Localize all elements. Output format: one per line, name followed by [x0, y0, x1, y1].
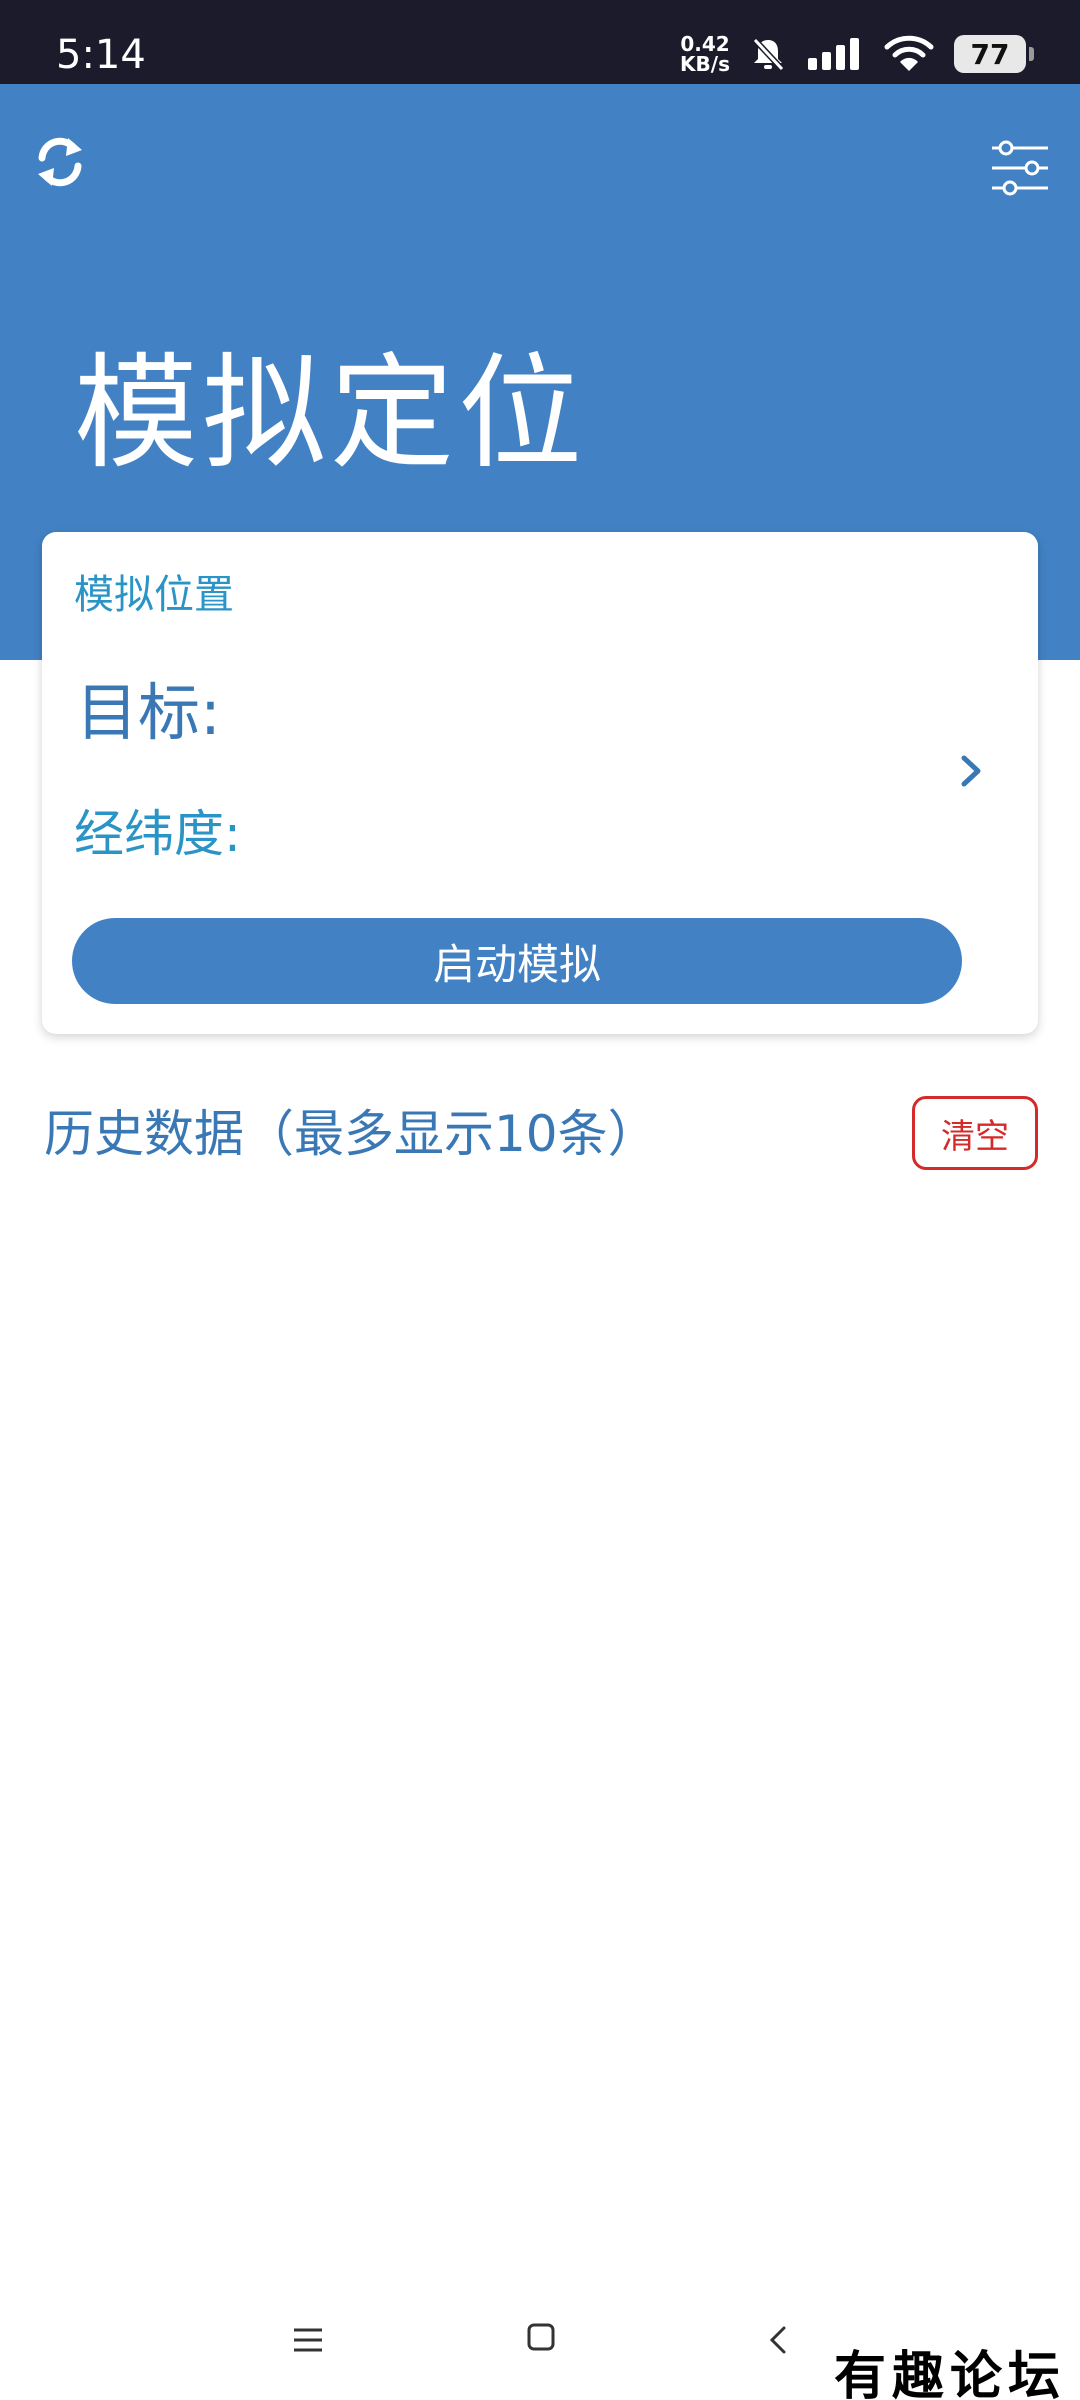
back-icon[interactable]: [766, 2320, 790, 2360]
watermark: 有趣论坛: [834, 2346, 1067, 2400]
menu-icon[interactable]: [290, 2320, 326, 2360]
status-icons: 0.42 KB/s 77: [680, 26, 1034, 82]
sliders-icon: [992, 140, 1048, 196]
target-label: 目标:: [76, 676, 221, 749]
home-icon[interactable]: [526, 2322, 556, 2352]
clear-history-button[interactable]: 清空: [912, 1096, 1038, 1170]
refresh-button[interactable]: [30, 132, 90, 192]
coordinates-label: 经纬度:: [74, 805, 241, 863]
network-speed-unit: KB/s: [680, 52, 730, 76]
signal-icon: [808, 38, 859, 70]
select-location-button[interactable]: [952, 746, 992, 796]
battery-indicator: 77: [954, 35, 1034, 73]
page-title: 模拟定位: [74, 342, 587, 486]
status-bar: 5:14 0.42 KB/s 77: [0, 0, 1080, 84]
status-time: 5:14: [56, 32, 146, 78]
history-title: 历史数据（最多显示10条）: [44, 1105, 658, 1163]
start-simulation-button[interactable]: 启动模拟: [72, 918, 962, 1004]
refresh-icon: [38, 137, 82, 187]
location-card: 模拟位置 目标: 经纬度: 启动模拟: [42, 532, 1038, 1034]
chevron-right-icon: [961, 755, 981, 787]
network-speed-value: 0.42: [680, 32, 730, 56]
battery-level: 77: [970, 37, 1010, 71]
settings-button[interactable]: [988, 136, 1052, 200]
bell-muted-icon: [752, 37, 785, 72]
network-speed: 0.42 KB/s: [680, 34, 730, 74]
wifi-icon: [884, 35, 934, 71]
card-section-label: 模拟位置: [74, 572, 234, 618]
